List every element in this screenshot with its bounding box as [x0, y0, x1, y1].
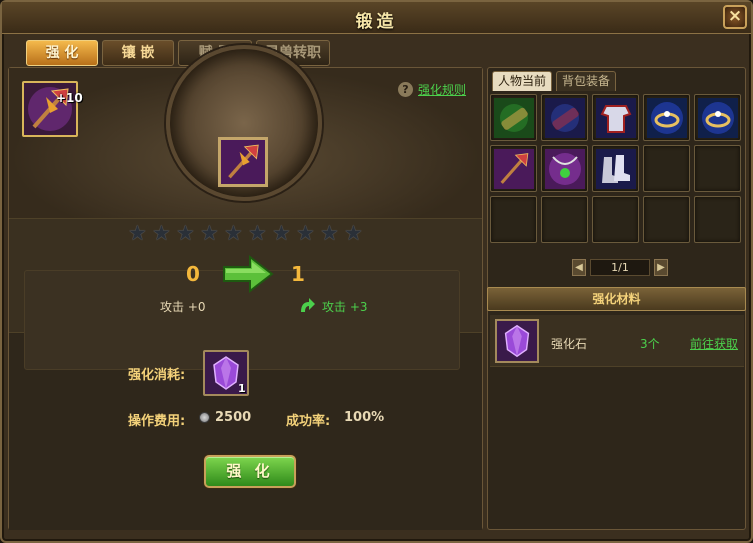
current-attack: 攻击 +0 — [160, 300, 206, 314]
prev-page-button[interactable]: ◀ — [572, 259, 586, 276]
star-icon: ★ — [320, 221, 339, 245]
current-level: 0 — [186, 262, 200, 286]
tab-character-equipped[interactable]: 人物当前 — [492, 71, 552, 91]
close-button[interactable]: × — [723, 5, 747, 29]
star-icon: ★ — [128, 221, 147, 245]
equipped-item-slot[interactable] — [22, 81, 78, 137]
up-arrow-icon — [301, 298, 315, 312]
inventory-slot[interactable] — [694, 145, 741, 192]
material-slot — [495, 319, 539, 363]
inventory-slot[interactable] — [490, 94, 537, 141]
enhance-rules-link[interactable]: 强化规则 — [418, 81, 466, 98]
star-icon: ★ — [296, 221, 315, 245]
inventory-slot[interactable] — [694, 94, 741, 141]
enhance-level-badge: +10 — [56, 91, 83, 105]
fee-value: 2500 — [215, 410, 252, 425]
inventory-slot[interactable] — [541, 145, 588, 192]
tab-inlay[interactable]: 镶 嵌 — [102, 40, 174, 66]
help-icon[interactable]: ? — [398, 82, 413, 97]
inventory-slot[interactable] — [541, 196, 588, 243]
inventory-slot[interactable] — [490, 145, 537, 192]
star-icon: ★ — [200, 221, 219, 245]
inventory-slot[interactable] — [694, 196, 741, 243]
fee-label: 操作费用: — [128, 414, 186, 429]
inventory-slot[interactable] — [541, 94, 588, 141]
obtain-material-link[interactable]: 前往获取 — [690, 335, 738, 352]
amulet-icon — [545, 149, 585, 189]
page-indicator: 1/1 — [590, 259, 650, 276]
next-page-button[interactable]: ▶ — [654, 259, 668, 276]
inventory-slot[interactable] — [592, 94, 639, 141]
materials-header: 强化材料 — [487, 287, 746, 311]
inventory-slot[interactable] — [643, 196, 690, 243]
success-rate-value: 100% — [344, 410, 385, 425]
inventory-slot[interactable] — [592, 196, 639, 243]
axe-weapon-icon — [221, 140, 265, 184]
tab-bag-equipment[interactable]: 背包装备 — [556, 71, 616, 91]
next-level: 1 — [291, 262, 305, 286]
star-icon: ★ — [152, 221, 171, 245]
success-rate-label: 成功率: — [286, 414, 331, 429]
red-scroll-icon — [545, 98, 585, 138]
ring-icon — [647, 98, 687, 138]
consume-label: 强化消耗: — [128, 368, 186, 383]
green-scroll-icon — [494, 98, 534, 138]
arrow-right-icon — [223, 254, 274, 294]
ring-icon — [698, 98, 738, 138]
purple-gem-icon — [497, 321, 537, 361]
star-icon: ★ — [224, 221, 243, 245]
axe-weapon-icon — [494, 149, 534, 189]
inventory-slot[interactable] — [490, 196, 537, 243]
title-bar: 锻造 × — [2, 2, 751, 34]
star-icon: ★ — [272, 221, 291, 245]
material-name: 强化石 — [551, 337, 588, 351]
tab-enhance[interactable]: 强 化 — [26, 40, 98, 66]
window-title: 锻造 — [355, 12, 398, 32]
boots-icon — [596, 149, 636, 189]
star-icon: ★ — [176, 221, 195, 245]
gem-count: 1 — [238, 382, 246, 395]
inventory-slot[interactable] — [592, 145, 639, 192]
star-icon: ★ — [344, 221, 363, 245]
material-count: 3个 — [640, 337, 660, 351]
center-item-slot — [218, 137, 268, 187]
next-attack: 攻击 +3 — [322, 300, 368, 314]
star-icon: ★ — [248, 221, 267, 245]
armor-icon — [596, 98, 636, 138]
inventory-slot[interactable] — [643, 145, 690, 192]
silver-coin-icon — [199, 412, 210, 423]
enhance-button[interactable]: 强 化 — [204, 455, 296, 488]
inventory-slot[interactable] — [643, 94, 690, 141]
